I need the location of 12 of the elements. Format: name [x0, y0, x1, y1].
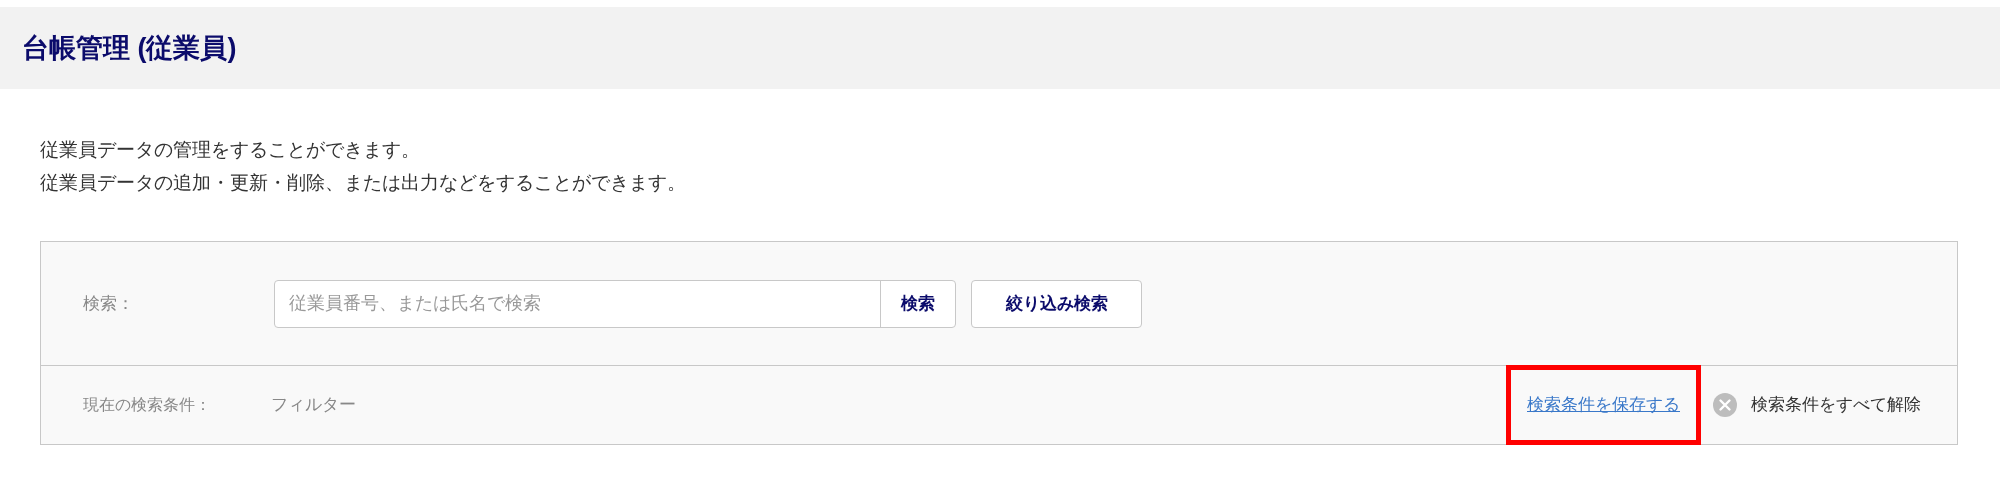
page-title: 台帳管理 (従業員): [22, 31, 237, 65]
search-field[interactable]: 従業員番号、または氏名で検索 検索: [274, 279, 956, 328]
clear-icon[interactable]: [1713, 393, 1737, 417]
clear-all-button[interactable]: 検索条件をすべて解除: [1751, 392, 1921, 418]
conditions-value: フィルター: [271, 394, 356, 417]
search-label: 検索：: [83, 292, 135, 315]
filter-search-button[interactable]: 絞り込み検索: [971, 279, 1142, 328]
conditions-label: 現在の検索条件：: [83, 395, 212, 415]
description-text: 従業員データの追加・更新・削除、または出力などをすることができます。: [40, 171, 687, 195]
save-conditions-link[interactable]: 検索条件を保存する: [1527, 392, 1680, 418]
description-text: 従業員データの管理をすることができます。: [40, 138, 421, 162]
search-button[interactable]: 検索: [880, 280, 955, 327]
